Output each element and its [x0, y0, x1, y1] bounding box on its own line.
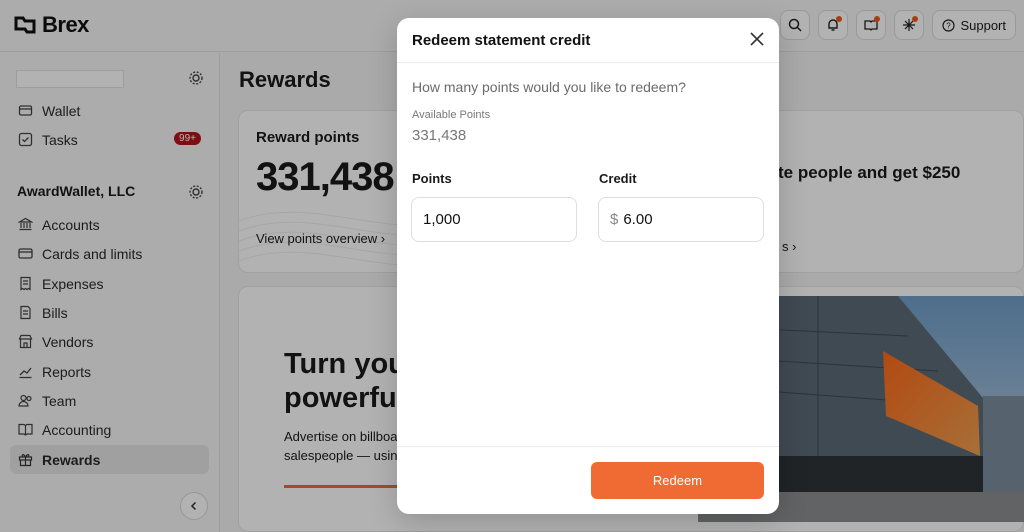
divider [397, 62, 779, 63]
credit-input[interactable] [623, 211, 744, 228]
close-icon[interactable] [749, 31, 765, 47]
redeem-credit-modal: Redeem statement credit How many points … [397, 18, 779, 514]
available-points-value: 331,438 [412, 127, 467, 144]
currency-symbol: $ [610, 211, 619, 228]
points-field[interactable] [411, 197, 577, 242]
points-input[interactable] [423, 211, 543, 228]
divider [397, 446, 779, 447]
modal-title: Redeem statement credit [412, 32, 591, 49]
available-points-label: Available Points [412, 109, 491, 121]
points-label: Points [412, 171, 452, 186]
credit-label: Credit [599, 171, 637, 186]
credit-field[interactable]: $ [598, 197, 764, 242]
redeem-question: How many points would you like to redeem… [412, 79, 686, 95]
redeem-button[interactable]: Redeem [591, 462, 764, 499]
